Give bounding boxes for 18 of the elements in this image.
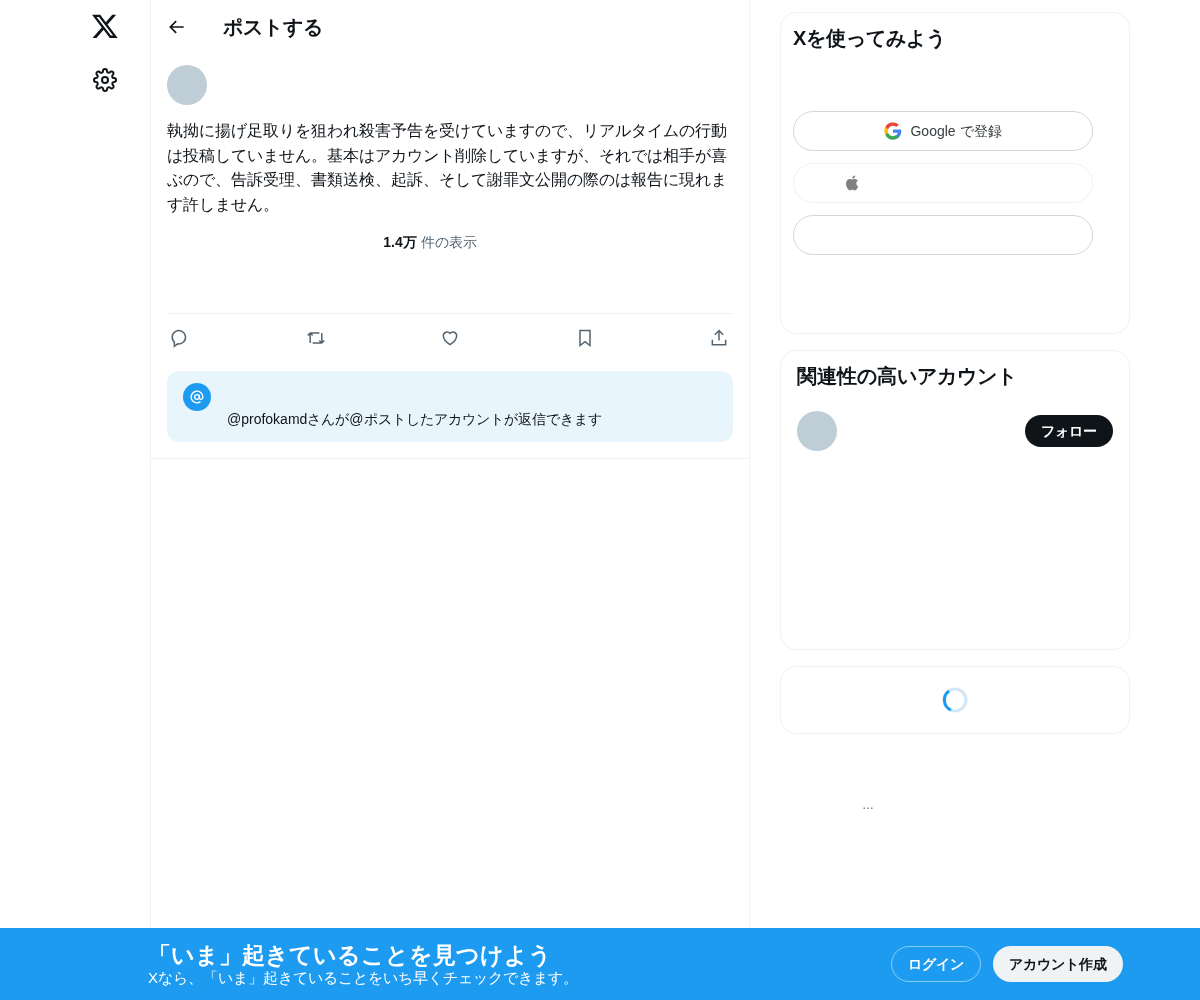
google-logo-icon xyxy=(884,122,903,140)
reply-notice-text: @profokamdさんが@ポストしたアカウントが返信できます xyxy=(227,410,603,429)
loading-spinner-icon xyxy=(941,686,969,714)
card-title: 関連性の高いアカウント xyxy=(797,364,1018,389)
create-account-button[interactable]: アカウント作成 xyxy=(993,946,1123,982)
card-title: Xを使ってみよう xyxy=(793,26,948,51)
more-menu[interactable]: … xyxy=(862,796,874,814)
post-text: 執拗に揚げ足取りを狙われ殺害予告を受けていますので、リアルタイムの行動は投稿していません。基本はアカウント削除していますが、それでは相手が喜ぶので、告訴受理、書類送検、起訴、そして謝罪文公開の際のは報告に現れます許しません。 xyxy=(167,121,728,215)
view-count: 1.4万 xyxy=(383,233,417,252)
at-icon xyxy=(183,383,211,411)
settings-icon[interactable] xyxy=(93,68,117,92)
share-icon[interactable] xyxy=(709,327,729,348)
x-logo-icon[interactable] xyxy=(91,12,119,40)
banner-subtitle: Xなら、「いま」起きていることをいち早くチェックできます。 xyxy=(148,969,578,987)
follow-button[interactable]: フォロー xyxy=(1025,415,1113,447)
page-title: ポストする xyxy=(223,15,323,40)
view-label: 件の表示 xyxy=(420,233,477,252)
banner-title: 「いま」起きていることを見つけよう xyxy=(148,941,553,969)
